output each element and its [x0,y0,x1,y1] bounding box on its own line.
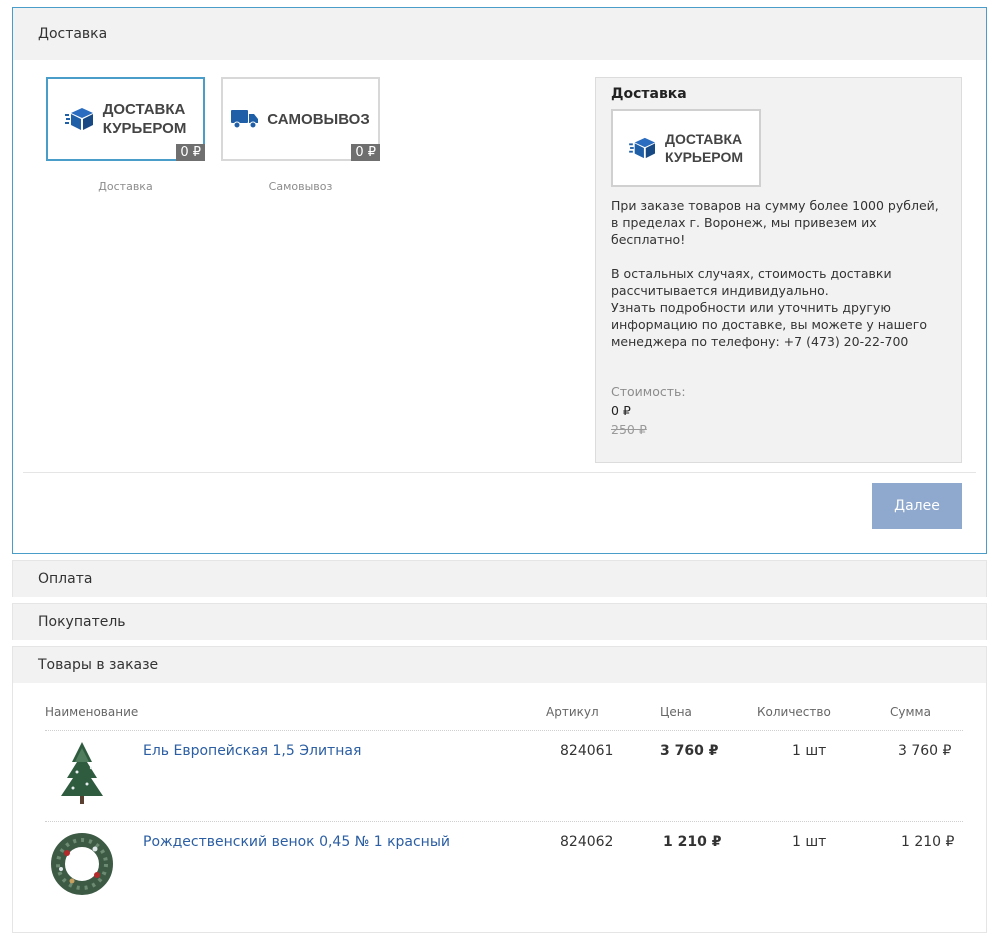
wreath-image[interactable] [47,829,117,899]
delivery-info-paragraph-contact: Узнать подробности или уточнить другую и… [611,300,927,349]
delivery-section-title: Доставка [38,26,108,42]
info-logo-line1: Доставка [664,131,743,147]
cost-old-value: 250 ₽ [611,422,647,437]
cost-label: Стоимость: [611,384,686,399]
goods-section: Товары в заказе Наименование Артикул Цен… [12,646,987,933]
next-button[interactable]: Далее [872,483,962,529]
column-header-sum: Сумма [890,705,931,719]
buyer-section-header[interactable]: Покупатель [13,604,986,640]
buyer-section: Покупатель [12,603,987,640]
courier-logo-line1: Доставка [102,101,186,118]
delivery-option-courier[interactable]: Доставка курьером 0 ₽ [46,77,205,161]
buyer-section-title: Покупатель [38,614,126,630]
row-divider [45,821,963,822]
box-icon [64,108,93,130]
goods-section-title: Товары в заказе [38,657,159,673]
truck-icon [231,110,259,129]
pickup-logo-line1: Самовывоз [267,110,370,128]
courier-price-badge: 0 ₽ [176,144,205,161]
product-article: 824061 [560,743,614,759]
product-qty: 1 шт [792,743,827,759]
pickup-option-label: Самовывоз [268,180,333,193]
product-price: 3 760 ₽ [660,743,719,759]
product-sum: 3 760 ₽ [898,743,952,759]
pickup-price-badge: 0 ₽ [351,144,380,161]
info-logo-line2: курьером [664,149,744,165]
delivery-info-title: Доставка [611,86,687,102]
column-header-price: Цена [660,705,692,719]
payment-section: Оплата [12,560,987,597]
delivery-info-paragraph-free: При заказе товаров на сумму более 1000 р… [611,198,939,247]
courier-logo-line2: курьером [102,120,187,137]
box-icon [629,137,655,159]
payment-section-header[interactable]: Оплата [13,561,986,597]
product-qty: 1 шт [792,834,827,850]
product-article: 824062 [560,834,614,850]
column-header-article: Артикул [546,705,599,719]
delivery-info-panel: Доставка Доставка курьером При заказе то… [595,77,962,463]
delivery-info-paragraph-individual: В остальных случаях, стоимость доставки … [611,266,892,298]
column-header-name: Наименование [45,705,139,719]
divider [23,472,976,473]
product-link[interactable]: Рождественский венок 0,45 № 1 красный [143,834,450,850]
row-divider [45,730,963,731]
delivery-info-logo: Доставка курьером [611,109,761,187]
delivery-info-description: При заказе товаров на сумму более 1000 р… [611,197,946,350]
product-price: 1 210 ₽ [663,834,722,850]
product-sum: 1 210 ₽ [901,834,955,850]
goods-section-header[interactable]: Товары в заказе [13,647,986,683]
payment-section-title: Оплата [38,571,93,587]
fir-tree-image[interactable] [47,738,117,808]
delivery-option-pickup[interactable]: Самовывоз 0 ₽ [221,77,380,161]
courier-option-label: Доставка [98,180,153,193]
delivery-section-header[interactable]: Доставка [13,8,986,60]
cost-value: 0 ₽ [611,403,631,418]
column-header-qty: Количество [757,705,831,719]
product-link[interactable]: Ель Европейская 1,5 Элитная [143,743,361,759]
delivery-section: Доставка Доставка курьером 0 ₽ Доставка [12,7,987,554]
